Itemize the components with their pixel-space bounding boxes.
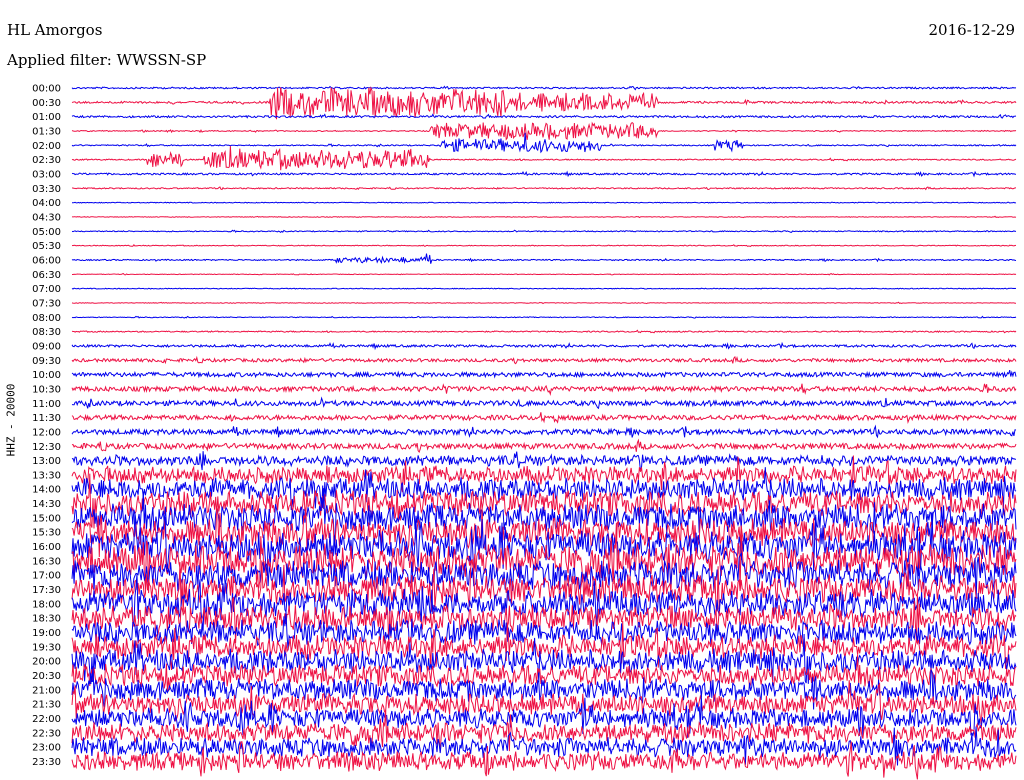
row-time-label: 21:30	[32, 700, 61, 711]
trace-line	[71, 244, 1017, 247]
row-time-label: 14:30	[32, 499, 61, 510]
row-time-label: 22:30	[32, 728, 61, 739]
trace-line	[71, 424, 1017, 439]
row-time-label: 21:00	[32, 685, 61, 696]
trace-line	[71, 451, 1017, 472]
trace-line	[71, 438, 1017, 453]
trace-line	[71, 132, 1017, 154]
trace-line	[71, 113, 1017, 119]
helicorder-plot: 00:00 00:30 01:00 01:30 02:00 02:30 03:00 03:30…	[32, 84, 1017, 780]
row-time-label: 09:00	[32, 341, 61, 352]
row-time-label: 05:30	[32, 241, 61, 252]
row-time-label: 08:00	[32, 313, 61, 324]
row-time-label: 00:00	[32, 84, 61, 95]
row-time-label: 18:30	[32, 614, 61, 625]
trace-line	[71, 412, 1017, 424]
trace-line	[71, 553, 1017, 603]
row-time-label: 10:30	[32, 384, 61, 395]
trace-line	[71, 473, 1017, 529]
trace-line	[71, 86, 1017, 120]
trace-line	[71, 121, 1017, 141]
row-time-label: 01:30	[32, 126, 61, 137]
row-time-label: 05:00	[32, 227, 61, 238]
row-time-label: 12:30	[32, 442, 61, 453]
trace-line	[71, 315, 1017, 319]
row-time-label: 19:30	[32, 642, 61, 653]
row-time-label: 07:00	[32, 284, 61, 295]
row-time-label: 22:00	[32, 714, 61, 725]
row-time-label: 16:00	[32, 542, 61, 553]
trace-line	[72, 201, 1017, 204]
row-time-label: 06:00	[32, 255, 61, 266]
row-time-label: 23:00	[32, 743, 61, 754]
trace-line	[71, 341, 1017, 351]
row-time-label: 20:00	[32, 657, 61, 668]
row-time-label: 14:00	[32, 485, 61, 496]
trace-line	[71, 396, 1017, 410]
trace-line	[71, 85, 1017, 91]
row-time-label: 04:30	[32, 212, 61, 223]
row-time-label: 18:00	[32, 599, 61, 610]
trace-line	[71, 253, 1017, 265]
time-tick-labels: 00:00 00:30 01:00 01:30 02:00 02:30 03:00 03:30…	[32, 84, 61, 769]
row-time-label: 02:00	[32, 141, 61, 152]
row-time-label: 16:30	[32, 556, 61, 567]
row-time-label: 03:00	[32, 169, 61, 180]
row-time-label: 10:00	[32, 370, 61, 381]
row-time-label: 00:30	[32, 98, 61, 109]
row-time-label: 13:00	[32, 456, 61, 467]
trace-line	[71, 383, 1017, 397]
row-time-label: 20:30	[32, 671, 61, 682]
row-time-label: 12:00	[32, 427, 61, 438]
trace-line	[71, 287, 1017, 290]
row-time-label: 08:30	[32, 327, 61, 338]
row-time-label: 04:00	[32, 198, 61, 209]
seismic-traces	[71, 85, 1017, 780]
row-time-label: 17:00	[32, 571, 61, 582]
trace-line	[71, 355, 1017, 365]
row-time-label: 02:30	[32, 155, 61, 166]
row-time-label: 11:30	[32, 413, 61, 424]
row-time-label: 19:00	[32, 628, 61, 639]
row-time-label: 07:30	[32, 298, 61, 309]
row-time-label: 06:30	[32, 270, 61, 281]
trace-line	[71, 369, 1017, 379]
row-time-label: 23:30	[32, 757, 61, 768]
row-time-label: 11:00	[32, 399, 61, 410]
trace-line	[71, 329, 1017, 334]
row-time-label: 13:30	[32, 470, 61, 481]
row-time-label: 01:00	[32, 112, 61, 123]
trace-line	[72, 186, 1016, 191]
trace-line	[71, 229, 1017, 234]
row-time-label: 15:00	[32, 513, 61, 524]
trace-line	[71, 511, 1017, 577]
trace-line	[71, 215, 1017, 219]
trace-line	[71, 146, 1017, 171]
row-time-label: 15:30	[32, 528, 61, 539]
trace-line	[71, 170, 1016, 178]
row-time-label: 09:30	[32, 356, 61, 367]
trace-line	[72, 273, 1017, 276]
row-time-label: 03:30	[32, 184, 61, 195]
row-time-label: 17:30	[32, 585, 61, 596]
trace-line	[71, 301, 1016, 305]
